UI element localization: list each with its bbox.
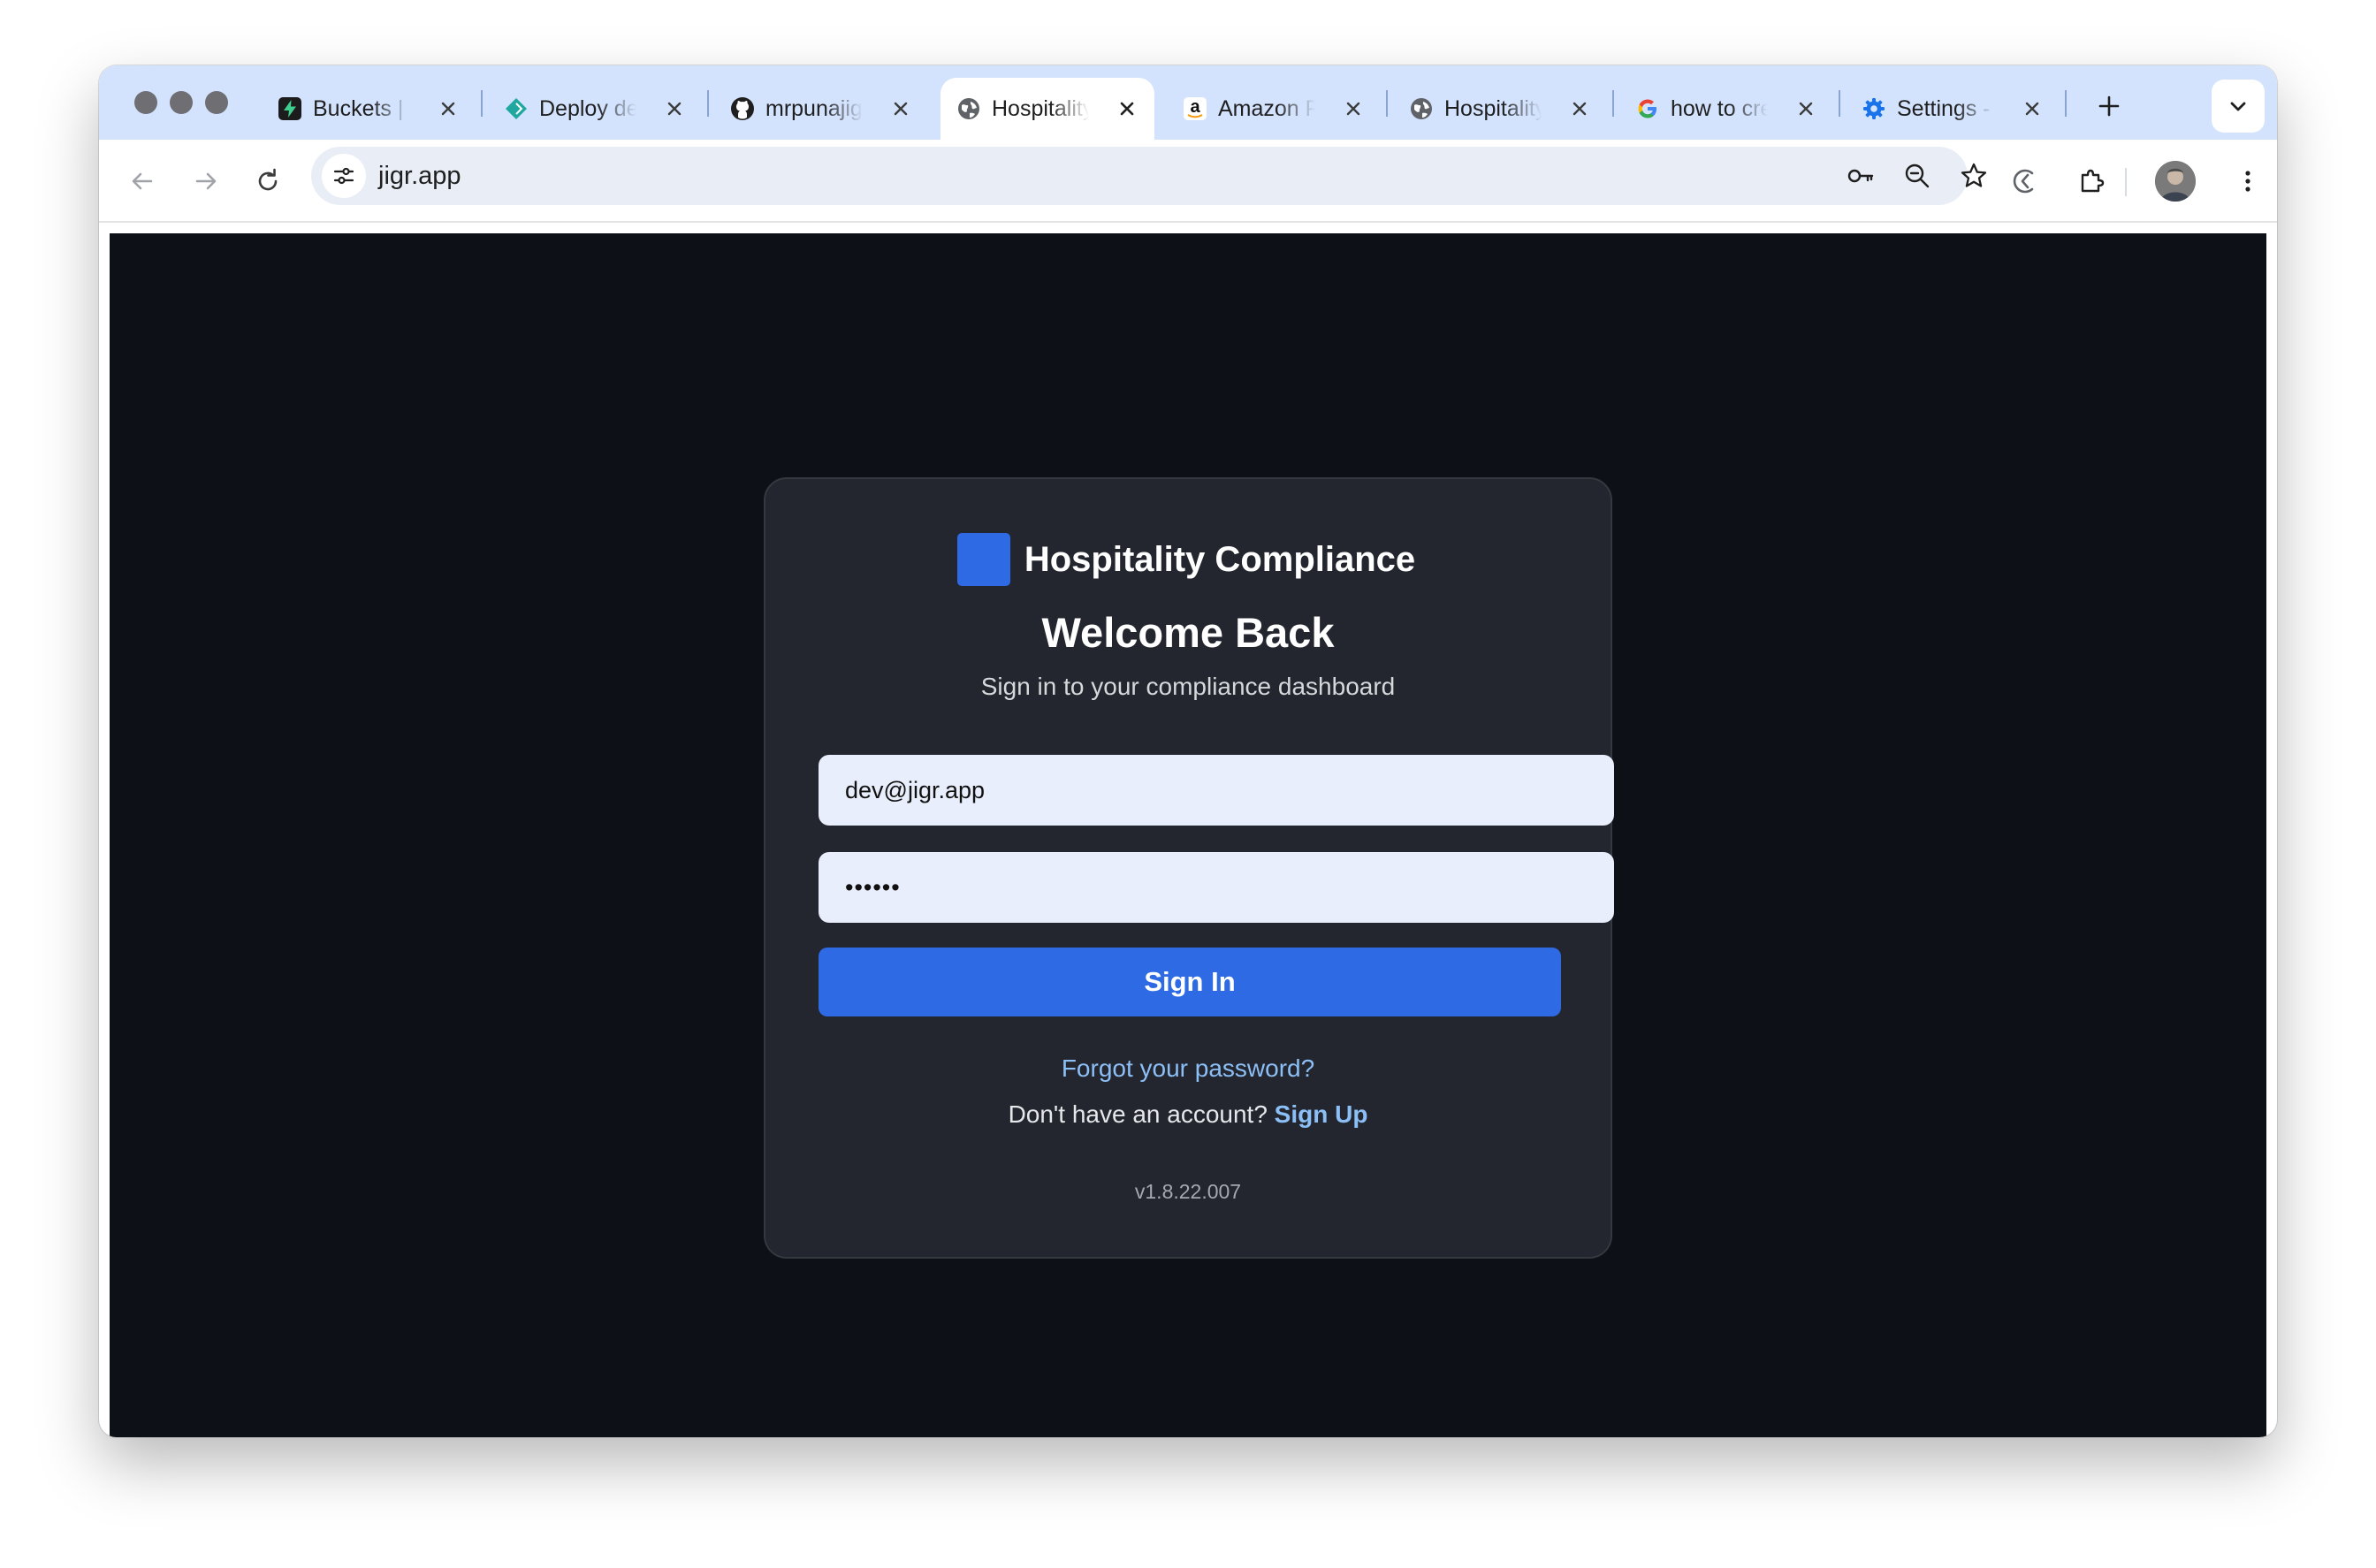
tab-title: Settings - Chrome [1897, 96, 1994, 121]
sign-in-button[interactable]: Sign In [819, 948, 1561, 1016]
page-viewport: Hospitality Compliance Welcome Back Sign… [110, 233, 2266, 1437]
tab-amazon[interactable]: a Amazon Prime [1167, 78, 1381, 140]
chevron-down-icon [2230, 102, 2246, 111]
gear-icon [1862, 96, 1886, 121]
close-icon[interactable] [1568, 97, 1591, 120]
page-title: Welcome Back [1041, 609, 1335, 656]
close-icon[interactable] [1342, 97, 1365, 120]
tune-icon [333, 167, 354, 185]
close-window-button[interactable] [134, 91, 157, 114]
supabase-icon [278, 96, 302, 121]
tab-divider [707, 90, 709, 117]
tab-deploy-details[interactable]: Deploy details [488, 78, 702, 140]
toolbar-border [99, 221, 2277, 223]
page-subtitle: Sign in to your compliance dashboard [980, 673, 1396, 700]
brand-logo [956, 533, 1010, 586]
tab-title: Amazon Prime [1218, 96, 1315, 121]
reload-button[interactable] [244, 157, 292, 205]
close-icon[interactable] [663, 97, 686, 120]
tab-title: Deploy details [539, 96, 636, 121]
browser-window: Buckets | Supabase Deploy details mrpuna… [99, 65, 2277, 1437]
tab-divider [2065, 90, 2067, 117]
svg-text:a: a [1190, 97, 1200, 117]
forward-button[interactable] [182, 157, 230, 205]
tab-google-search[interactable]: how to create [1619, 78, 1833, 140]
brand-header: Hospitality Compliance [765, 532, 1611, 587]
no-account-text: Don't have an account? [1008, 1100, 1275, 1128]
toolbar-divider [2125, 168, 2127, 196]
tab-strip: Buckets | Supabase Deploy details mrpuna… [99, 65, 2277, 140]
tab-title: how to create [1671, 96, 1768, 121]
tab-divider [481, 90, 483, 117]
loader-icon [2013, 169, 2034, 194]
tab-divider [1839, 90, 1840, 117]
password-field[interactable] [819, 852, 1614, 923]
tab-title: mrpunajig [765, 96, 863, 121]
close-icon[interactable] [889, 97, 912, 120]
amazon-icon: a [1183, 96, 1207, 121]
tab-hospitality[interactable]: Hospitality Compliance [1393, 78, 1607, 140]
reload-icon [258, 168, 278, 191]
google-icon [1635, 96, 1660, 121]
extension-button[interactable] [2001, 157, 2049, 205]
tab-divider [1386, 90, 1388, 117]
site-info-button[interactable] [322, 154, 366, 198]
minimize-window-button[interactable] [170, 91, 193, 114]
tab-hospitality-active[interactable]: Hospitality Compliance [940, 78, 1154, 140]
close-icon[interactable] [1794, 97, 1817, 120]
back-button[interactable] [118, 157, 166, 205]
close-icon[interactable] [2021, 97, 2044, 120]
netlify-icon [504, 96, 529, 121]
version-label: v1.8.22.007 [1134, 1180, 1242, 1203]
zoom-window-button[interactable] [205, 91, 228, 114]
close-icon[interactable] [437, 97, 460, 120]
tab-search-button[interactable] [2212, 80, 2265, 133]
sign-up-link[interactable]: Sign Up [1275, 1100, 1368, 1128]
globe-icon [956, 96, 981, 121]
address-bar[interactable]: jigr.app [311, 147, 1987, 205]
tab-divider [1612, 90, 1614, 117]
menu-button[interactable] [2224, 157, 2272, 205]
signup-prompt: Don't have an account? Sign Up [765, 1100, 1611, 1130]
brand-name: Hospitality Compliance [1024, 540, 1416, 579]
email-field[interactable] [819, 755, 1614, 826]
more-vertical-icon [2245, 171, 2250, 192]
tab-title: Hospitality Compliance [1444, 96, 1542, 121]
profile-avatar[interactable] [2155, 161, 2196, 202]
zoom-out-icon[interactable] [1895, 154, 1939, 198]
browser-toolbar: jigr.app [99, 140, 2277, 223]
forgot-password-link[interactable]: Forgot your password? [765, 1054, 1611, 1084]
tab-buckets[interactable]: Buckets | Supabase [262, 78, 476, 140]
tab-github[interactable]: mrpunajig [714, 78, 928, 140]
bookmark-star-icon[interactable] [1952, 154, 1996, 198]
plus-icon [2098, 95, 2120, 117]
tab-settings[interactable]: Settings - Chrome [1846, 78, 2060, 140]
github-icon [730, 96, 755, 121]
arrow-right-icon [195, 172, 217, 190]
puzzle-icon [2081, 169, 2105, 193]
arrow-left-icon [132, 172, 153, 190]
tab-title: Buckets | Supabase [313, 96, 410, 121]
login-card: Hospitality Compliance Welcome Back Sign… [764, 477, 1614, 1259]
globe-icon [1409, 96, 1434, 121]
password-key-icon[interactable] [1839, 154, 1883, 198]
extensions-button[interactable] [2068, 157, 2116, 205]
tab-title: Hospitality Compliance [992, 96, 1089, 121]
new-tab-button[interactable] [2083, 80, 2136, 133]
url-text[interactable]: jigr.app [378, 161, 461, 191]
close-icon[interactable] [1116, 97, 1138, 120]
